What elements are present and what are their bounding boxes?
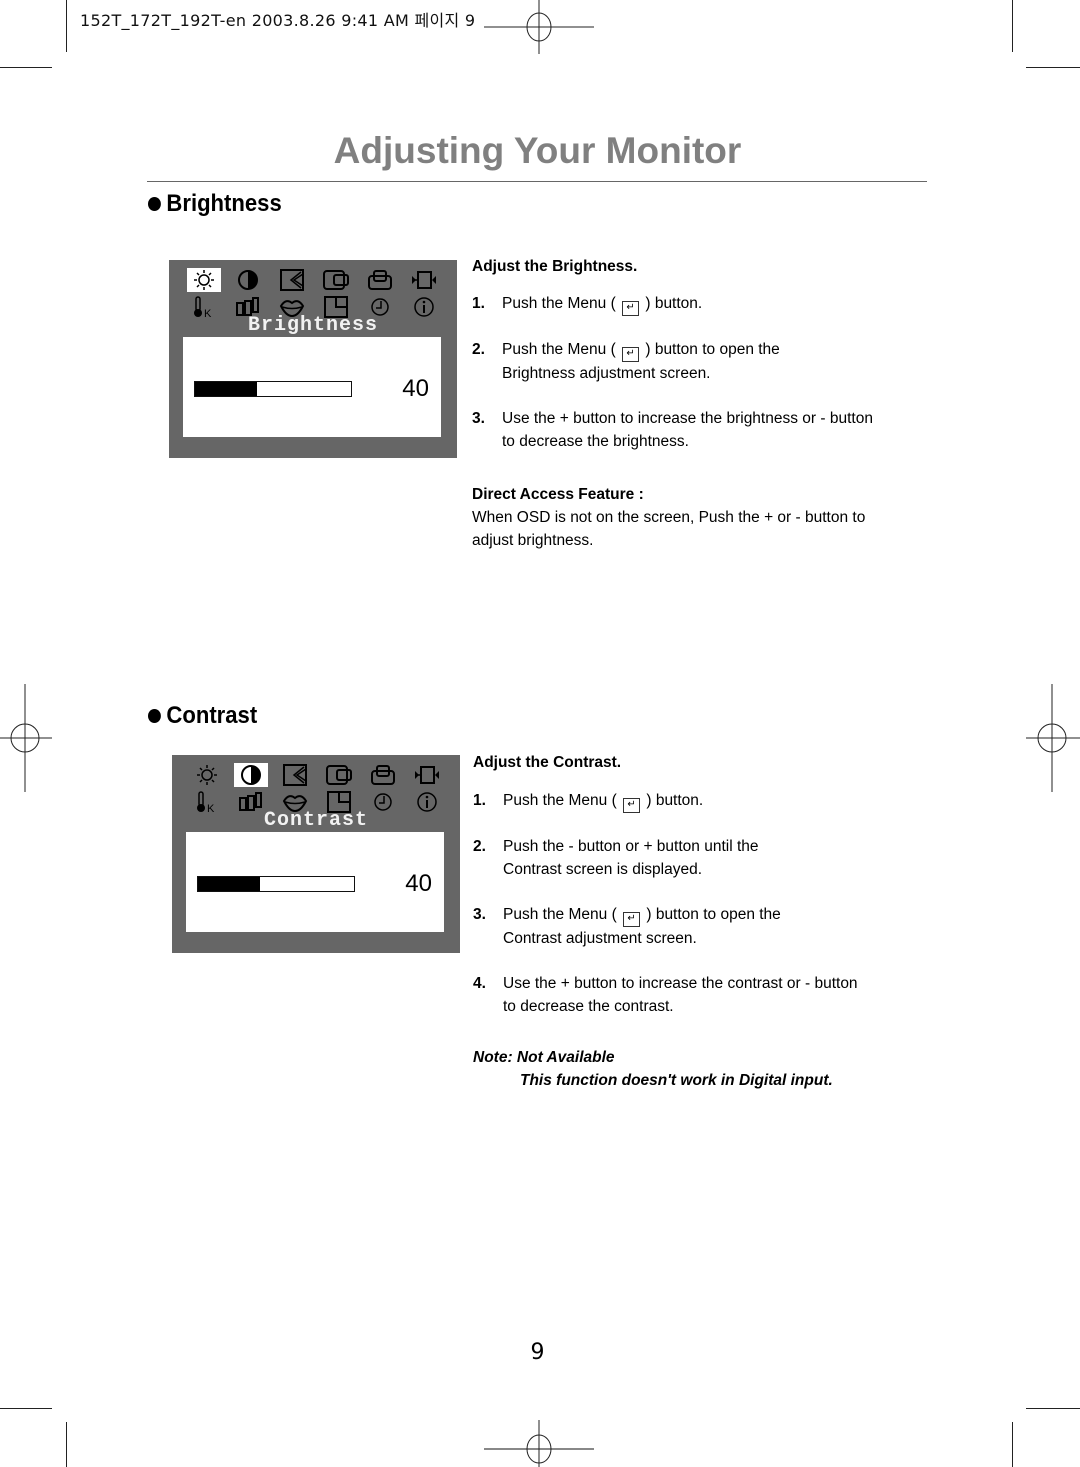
section-heading-brightness: Brightness xyxy=(148,190,282,218)
v-position-icon[interactable] xyxy=(363,268,397,292)
contrast-instructions: Adjust the Contrast. 1. Push the Menu ( ↵… xyxy=(473,751,903,1092)
registration-mark-top xyxy=(484,0,594,54)
instruction-step: 3. Push the Menu ( ↵ ) button to open the… xyxy=(473,903,903,950)
subheading: Adjust the Brightness. xyxy=(472,258,638,275)
registration-mark-bottom xyxy=(484,1420,594,1467)
osd-label: Brightness xyxy=(247,314,379,337)
crop-mark xyxy=(1026,1408,1080,1409)
osd-panel: 40 xyxy=(183,337,441,437)
brightness-sun-icon[interactable] xyxy=(190,763,224,787)
brightness-instructions: Adjust the Brightness. 1. Push the Menu (… xyxy=(472,255,902,552)
step-text: Push the - button or + button until the xyxy=(503,838,759,855)
crop-mark xyxy=(0,1408,52,1409)
contrast-half-circle-icon[interactable] xyxy=(234,763,268,787)
menu-enter-key-icon: ↵ xyxy=(623,912,641,927)
step-number: 2. xyxy=(472,341,485,358)
crop-mark xyxy=(0,67,52,68)
step-text: Push the Menu ( ↵ ) button to open the xyxy=(502,338,780,362)
crop-mark xyxy=(1026,67,1080,68)
note-heading: Note: Not Available xyxy=(473,1049,615,1066)
step-number: 1. xyxy=(472,295,485,312)
bullet-icon xyxy=(148,709,161,723)
instruction-step: 1. Push the Menu ( ↵ ) button. xyxy=(473,789,903,813)
step-text: Push the Menu ( ↵ ) button. xyxy=(502,292,702,316)
level-bar-fill xyxy=(198,877,261,891)
step-text-continued: to decrease the brightness. xyxy=(502,433,689,450)
instruction-step: 3. Use the + button to increase the brigh… xyxy=(472,407,902,453)
phase-icon[interactable] xyxy=(275,268,309,292)
step-number: 4. xyxy=(473,975,486,992)
menu-enter-key-icon: ↵ xyxy=(622,347,640,362)
level-bar-fill xyxy=(195,382,258,396)
brightness-value: 40 xyxy=(402,375,429,402)
step-number: 3. xyxy=(472,410,485,427)
h-size-icon[interactable] xyxy=(410,763,444,787)
step-text: Push the Menu ( ↵ ) button to open the xyxy=(503,903,781,927)
crop-mark xyxy=(1012,1422,1013,1467)
step-text-continued: Contrast adjustment screen. xyxy=(503,930,697,947)
step-text-continued: Brightness adjustment screen. xyxy=(502,365,711,382)
osd-panel: 40 xyxy=(186,832,444,932)
h-position-icon[interactable] xyxy=(322,763,356,787)
step-number: 2. xyxy=(473,838,486,855)
osd-screen-contrast: K Contrast 40 xyxy=(172,755,460,953)
print-slug: 152T_172T_192T-en 2003.8.26 9:41 AM 페이지 … xyxy=(80,11,476,30)
page-number: 9 xyxy=(530,1340,545,1365)
instruction-step: 2. Push the Menu ( ↵ ) button to open the… xyxy=(472,338,902,385)
step-text: Use the + button to increase the brightn… xyxy=(502,410,873,427)
crop-mark xyxy=(66,1422,67,1467)
instruction-step: 1. Push the Menu ( ↵ ) button. xyxy=(472,292,902,316)
menu-enter-key-icon: ↵ xyxy=(622,301,640,316)
step-number: 3. xyxy=(473,906,486,923)
note-text: This function doesn't work in Digital in… xyxy=(520,1072,833,1089)
brightness-level-bar xyxy=(194,381,352,397)
registration-mark-right xyxy=(1026,684,1080,792)
h-position-icon[interactable] xyxy=(319,268,353,292)
section-heading-text: Brightness xyxy=(166,190,282,217)
step-text: Use the + button to increase the contras… xyxy=(503,975,858,992)
crop-mark xyxy=(66,0,67,52)
contrast-level-bar xyxy=(197,876,355,892)
section-heading-text: Contrast xyxy=(166,702,258,729)
step-text-continued: Contrast screen is displayed. xyxy=(503,861,703,878)
osd-screen-brightness: K Brightness 40 xyxy=(169,260,457,458)
phase-icon[interactable] xyxy=(278,763,312,787)
title-divider xyxy=(147,181,927,182)
brightness-sun-icon[interactable] xyxy=(187,268,221,292)
step-text: Push the Menu ( ↵ ) button. xyxy=(503,789,703,813)
instruction-step: 4. Use the + button to increase the contr… xyxy=(473,972,903,1018)
h-size-icon[interactable] xyxy=(407,268,441,292)
contrast-half-circle-icon[interactable] xyxy=(231,268,265,292)
subheading: Adjust the Contrast. xyxy=(473,754,622,771)
direct-access-line: adjust brightness. xyxy=(472,532,594,549)
step-number: 1. xyxy=(473,792,486,809)
direct-access-heading: Direct Access Feature : xyxy=(472,486,644,503)
osd-label: Contrast xyxy=(263,809,368,832)
direct-access-line: When OSD is not on the screen, Push the … xyxy=(472,509,866,526)
contrast-value: 40 xyxy=(405,870,432,897)
crop-mark xyxy=(1012,0,1013,52)
step-text-continued: to decrease the contrast. xyxy=(503,998,674,1015)
registration-mark-left xyxy=(0,684,52,792)
page-title: Adjusting Your Monitor xyxy=(333,130,742,171)
section-heading-contrast: Contrast xyxy=(148,702,257,730)
bullet-icon xyxy=(148,197,161,211)
v-position-icon[interactable] xyxy=(366,763,400,787)
menu-enter-key-icon: ↵ xyxy=(623,798,641,813)
instruction-step: 2. Push the - button or + button until th… xyxy=(473,835,903,881)
